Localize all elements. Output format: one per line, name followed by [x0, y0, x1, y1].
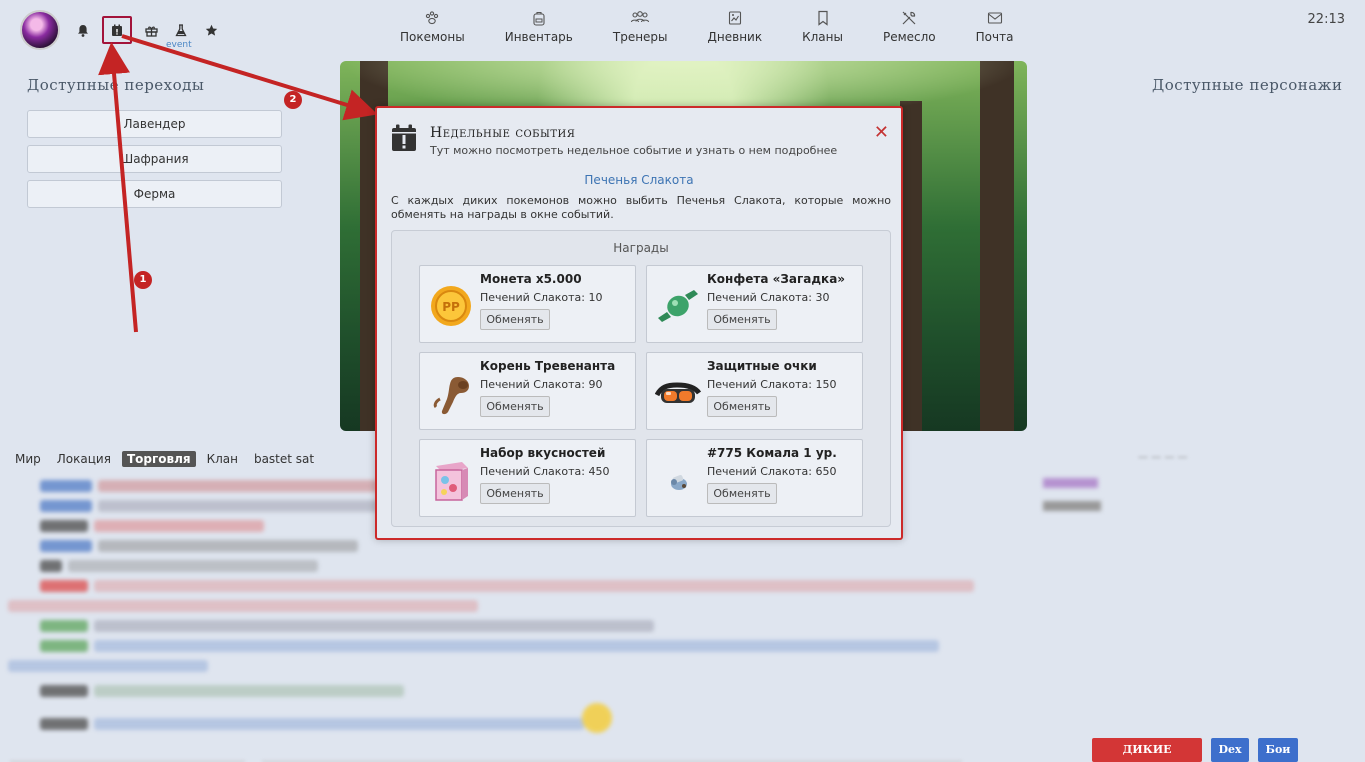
- tab-clan[interactable]: Клан: [202, 451, 243, 467]
- transition-button[interactable]: Шафрания: [27, 145, 282, 173]
- star-icon[interactable]: [200, 19, 222, 41]
- calendar-icon: [391, 124, 417, 152]
- chat-target-input[interactable]: [10, 742, 245, 762]
- bookmark-icon: [815, 10, 831, 30]
- nav-clans[interactable]: Кланы: [782, 10, 863, 44]
- annotation-badge: 2: [284, 91, 302, 109]
- battles-button[interactable]: Бои: [1258, 738, 1298, 762]
- nav-inventory[interactable]: Инвентарь: [485, 10, 593, 44]
- tab-bastet-sat[interactable]: bastet sat: [249, 451, 319, 467]
- main-nav: Покемоны Инвентарь Тренеры Дневник Кланы…: [380, 10, 1033, 44]
- flask-icon[interactable]: event: [166, 19, 192, 50]
- goggles-icon: [654, 371, 702, 415]
- reward-cost: Печений Слакота: 450: [480, 465, 610, 478]
- transitions-list: Лавендер Шафрания Ферма: [27, 110, 282, 208]
- nav-diary[interactable]: Дневник: [688, 10, 783, 44]
- online-title: — — — —: [1138, 452, 1188, 463]
- dex-button[interactable]: Dex: [1211, 738, 1249, 762]
- nav-label: Ремесло: [882, 30, 936, 44]
- chat-tabs: Мир Локация Торговля Клан bastet sat: [10, 451, 319, 467]
- nav-label: Почта: [975, 30, 1014, 44]
- gift-icon[interactable]: [140, 19, 162, 41]
- event-name-link[interactable]: Печенья Слакота: [377, 173, 901, 187]
- reward-card: Корень Тревенанта Печений Слакота: 90 Об…: [419, 352, 636, 430]
- reward-card: Конфета «Загадка» Печений Слакота: 30 Об…: [646, 265, 863, 343]
- online-user[interactable]: [1043, 501, 1101, 511]
- reward-name: Набор вкусностей: [480, 446, 606, 460]
- mail-icon: [987, 10, 1003, 30]
- reward-cost: Печений Слакота: 30: [707, 291, 830, 304]
- reward-name: Корень Тревенанта: [480, 359, 616, 373]
- backpack-icon: [531, 10, 547, 30]
- paw-icon: [424, 10, 440, 30]
- nav-label: Инвентарь: [504, 30, 573, 44]
- reward-card: Набор вкусностей Печений Слакота: 450 Об…: [419, 439, 636, 517]
- weekly-events-modal: Недельные события Тут можно посмотреть н…: [375, 106, 903, 540]
- top-icons: event: [72, 16, 222, 50]
- wild-pokemon-button[interactable]: Дикие покемоны: [1092, 738, 1202, 762]
- svg-text:PP: PP: [442, 300, 460, 314]
- exchange-button[interactable]: Обменять: [707, 483, 777, 504]
- tab-world[interactable]: Мир: [10, 451, 46, 467]
- bell-icon[interactable]: [72, 19, 94, 41]
- modal-title: Недельные события: [430, 125, 576, 141]
- nav-label: Дневник: [707, 30, 763, 44]
- online-user[interactable]: [1043, 478, 1098, 488]
- reward-name: Конфета «Загадка»: [707, 272, 846, 286]
- nav-craft[interactable]: Ремесло: [863, 10, 956, 44]
- chat-message-input[interactable]: [262, 742, 962, 762]
- candy-icon: [655, 284, 701, 328]
- nav-mail[interactable]: Почта: [956, 10, 1034, 44]
- reward-name: Защитные очки: [707, 359, 817, 373]
- nav-label: Покемоны: [400, 30, 465, 44]
- reward-cost: Печений Слакота: 650: [707, 465, 837, 478]
- coin-icon: PP: [428, 284, 474, 328]
- transitions-title: Доступные переходы: [27, 76, 205, 94]
- transition-button[interactable]: Ферма: [27, 180, 282, 208]
- avatar[interactable]: [20, 10, 60, 50]
- exchange-button[interactable]: Обменять: [707, 309, 777, 330]
- nav-pokemons[interactable]: Покемоны: [380, 10, 485, 44]
- nav-label: Кланы: [802, 30, 843, 44]
- rewards-title: Награды: [613, 241, 669, 255]
- exchange-button[interactable]: Обменять: [480, 396, 550, 417]
- nav-trainers[interactable]: Тренеры: [593, 10, 688, 44]
- event-tag: event: [166, 40, 192, 50]
- reward-card: Защитные очки Печений Слакота: 150 Обмен…: [646, 352, 863, 430]
- gift-box-icon: [428, 458, 474, 502]
- annotation-badge: 1: [134, 271, 152, 289]
- close-icon[interactable]: ✕: [874, 122, 889, 143]
- diary-icon: [727, 10, 743, 30]
- characters-title: Доступные персонажи: [1152, 76, 1343, 94]
- nav-label: Тренеры: [612, 30, 668, 44]
- exchange-button[interactable]: Обменять: [480, 309, 550, 330]
- tools-icon: [901, 10, 917, 30]
- tab-location[interactable]: Локация: [52, 451, 116, 467]
- reward-card: #775 Комала 1 ур. Печений Слакота: 650 О…: [646, 439, 863, 517]
- reward-name: Монета x5.000: [480, 272, 582, 286]
- modal-subtitle: Тут можно посмотреть недельное событие и…: [430, 144, 838, 157]
- komala-icon: [655, 458, 701, 502]
- clock: 22:13: [1307, 12, 1345, 27]
- exchange-button[interactable]: Обменять: [707, 396, 777, 417]
- event-description: С каждых диких покемонов можно выбить Пе…: [391, 194, 891, 221]
- reward-name: #775 Комала 1 ур.: [707, 446, 837, 460]
- reward-card: PP Монета x5.000 Печений Слакота: 10 Обм…: [419, 265, 636, 343]
- root-icon: [428, 371, 474, 415]
- transition-button[interactable]: Лавендер: [27, 110, 282, 138]
- reward-cost: Печений Слакота: 90: [480, 378, 603, 391]
- reward-cost: Печений Слакота: 10: [480, 291, 603, 304]
- calendar-event-icon[interactable]: [102, 16, 132, 44]
- exchange-button[interactable]: Обменять: [480, 483, 550, 504]
- rewards-panel: Награды PP Монета x5.000 Печений Слакота…: [391, 230, 891, 527]
- reward-cost: Печений Слакота: 150: [707, 378, 837, 391]
- users-icon: [630, 10, 650, 30]
- tab-trade[interactable]: Торговля: [121, 451, 196, 467]
